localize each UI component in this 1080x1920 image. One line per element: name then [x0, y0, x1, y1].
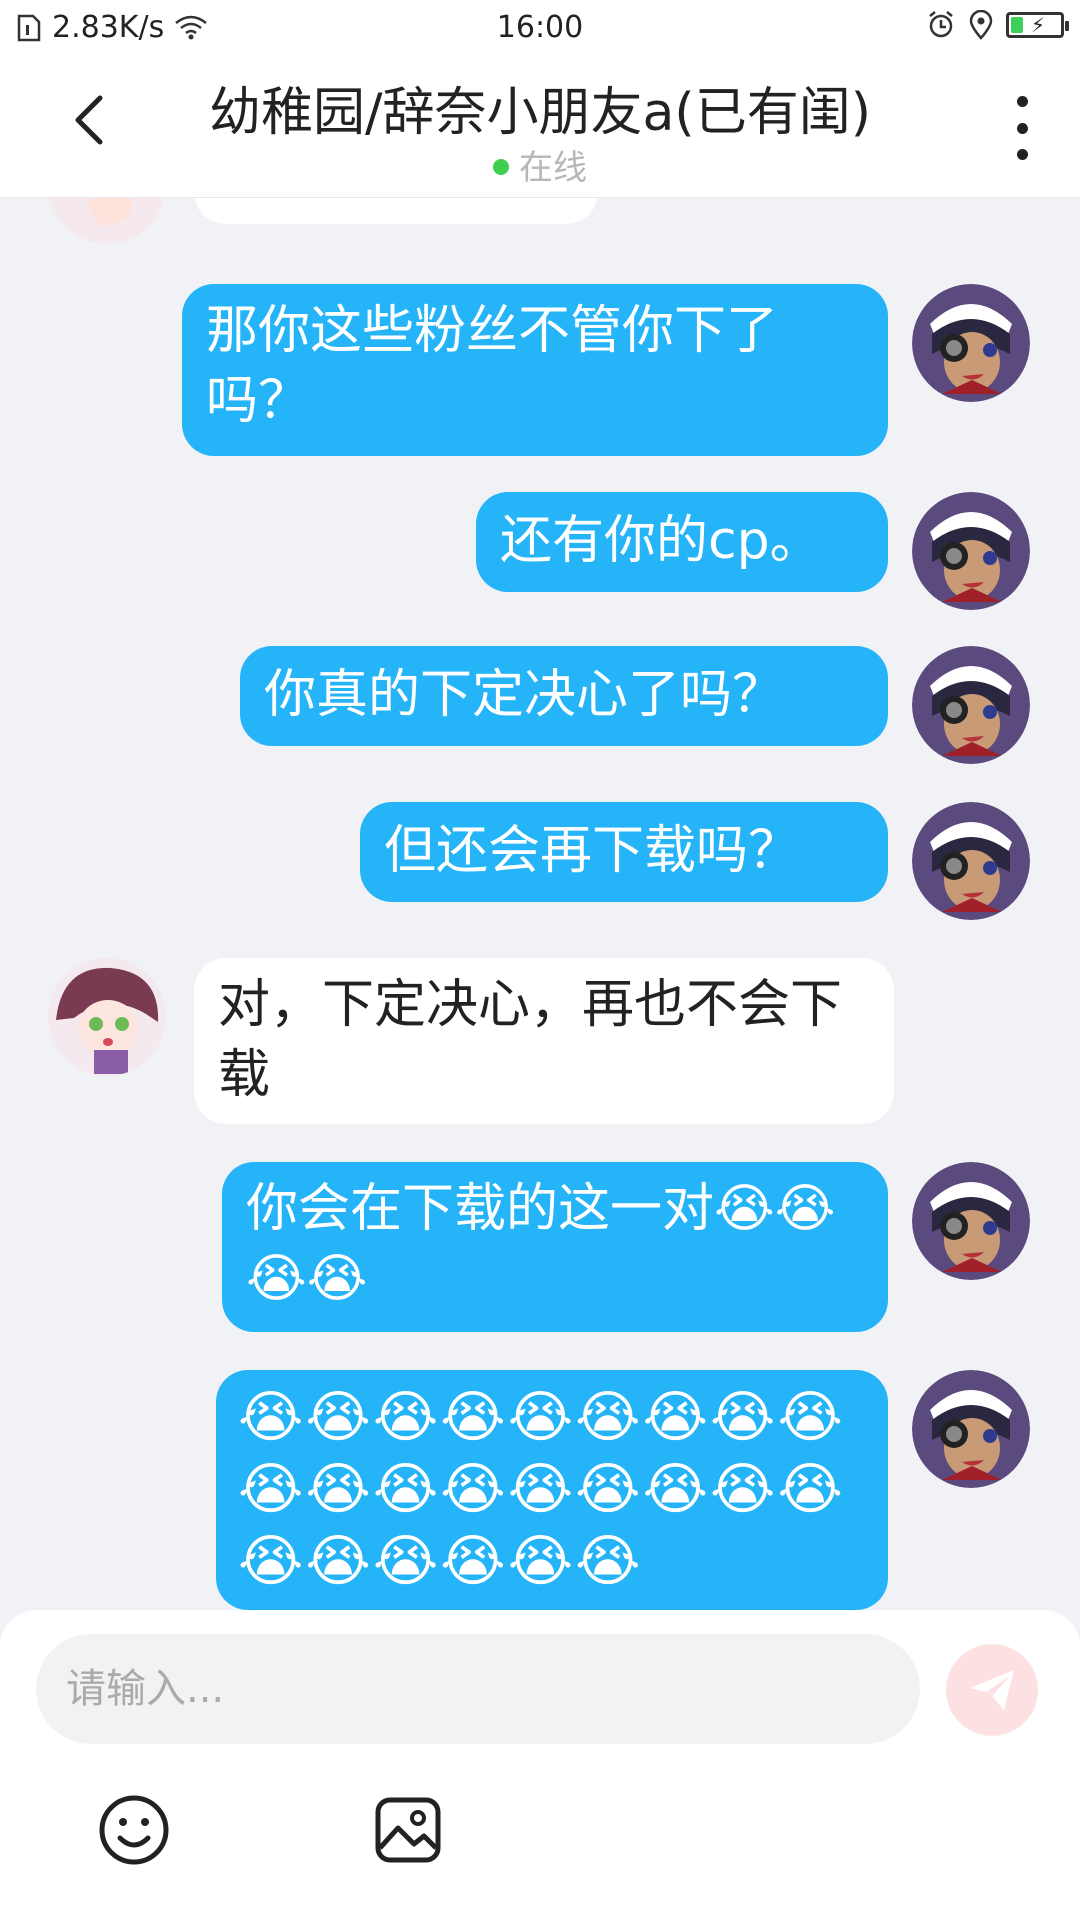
more-icon [1016, 96, 1028, 107]
message-bubble: 那你这些粉丝不管你下了吗？ [182, 284, 888, 456]
battery-charging-icon: ⚡ [1006, 12, 1069, 38]
location-icon [968, 10, 994, 40]
status-time: 16:00 [496, 10, 584, 45]
image-button[interactable] [368, 1790, 448, 1870]
more-button[interactable] [1008, 96, 1036, 160]
send-icon [970, 1670, 1014, 1710]
page-title: 幼稚园/辞奈小朋友a(已有闺) [209, 83, 871, 143]
message-bubble: 但还会再下载吗？ [360, 802, 888, 902]
message-them [0, 198, 1080, 244]
avatar-me[interactable] [912, 284, 1030, 402]
emoji-button[interactable] [94, 1790, 174, 1870]
avatar-them[interactable] [48, 198, 166, 244]
alarm-icon [926, 10, 956, 40]
avatar-me[interactable] [912, 646, 1030, 764]
avatar-me[interactable] [912, 1162, 1030, 1280]
message-me: 但还会再下载吗？ [0, 802, 1080, 920]
status-bar: 2.83K/s 16:00 ⚡ [0, 0, 1080, 58]
message-me: 还有你的cp。 [0, 492, 1080, 610]
send-button[interactable] [946, 1644, 1038, 1736]
message-them: 对，下定决心，再也不会下载 [0, 958, 1080, 1128]
message-me: 你会在下载的这一对😭😭😭😭 [0, 1162, 1080, 1334]
message-bubble: 你真的下定决心了吗？ [240, 646, 888, 746]
image-icon [375, 1797, 441, 1863]
presence-label: 在线 [519, 148, 587, 188]
presence-status: 在线 [0, 140, 1080, 189]
chat-messages[interactable]: 那你这些粉丝不管你下了吗？ 还有你的cp。 你真的下定决心了吗？ 但还会再下载吗… [0, 198, 1080, 1610]
status-right: ⚡ [926, 10, 1069, 40]
message-input[interactable] [36, 1634, 920, 1744]
message-bubble [194, 198, 598, 224]
avatar-me[interactable] [912, 1370, 1030, 1488]
emoji-icon [99, 1795, 169, 1865]
composer [0, 1610, 1080, 1920]
chat-header: 幼稚园/辞奈小朋友a(已有闺) 在线 [0, 58, 1080, 198]
avatar-me[interactable] [912, 492, 1030, 610]
avatar-them[interactable] [48, 958, 166, 1076]
message-me: 你真的下定决心了吗？ [0, 646, 1080, 764]
message-me: 😭😭😭😭😭😭😭😭😭😭😭😭😭😭😭😭😭😭😭😭😭😭😭😭 [0, 1370, 1080, 1610]
message-bubble: 还有你的cp。 [476, 492, 888, 592]
message-bubble: 你会在下载的这一对😭😭😭😭 [222, 1162, 888, 1332]
online-dot-icon [493, 158, 509, 175]
message-me: 那你这些粉丝不管你下了吗？ [0, 284, 1080, 456]
message-bubble: 对，下定决心，再也不会下载 [194, 958, 894, 1124]
message-bubble: 😭😭😭😭😭😭😭😭😭😭😭😭😭😭😭😭😭😭😭😭😭😭😭😭 [216, 1370, 888, 1610]
avatar-me[interactable] [912, 802, 1030, 920]
